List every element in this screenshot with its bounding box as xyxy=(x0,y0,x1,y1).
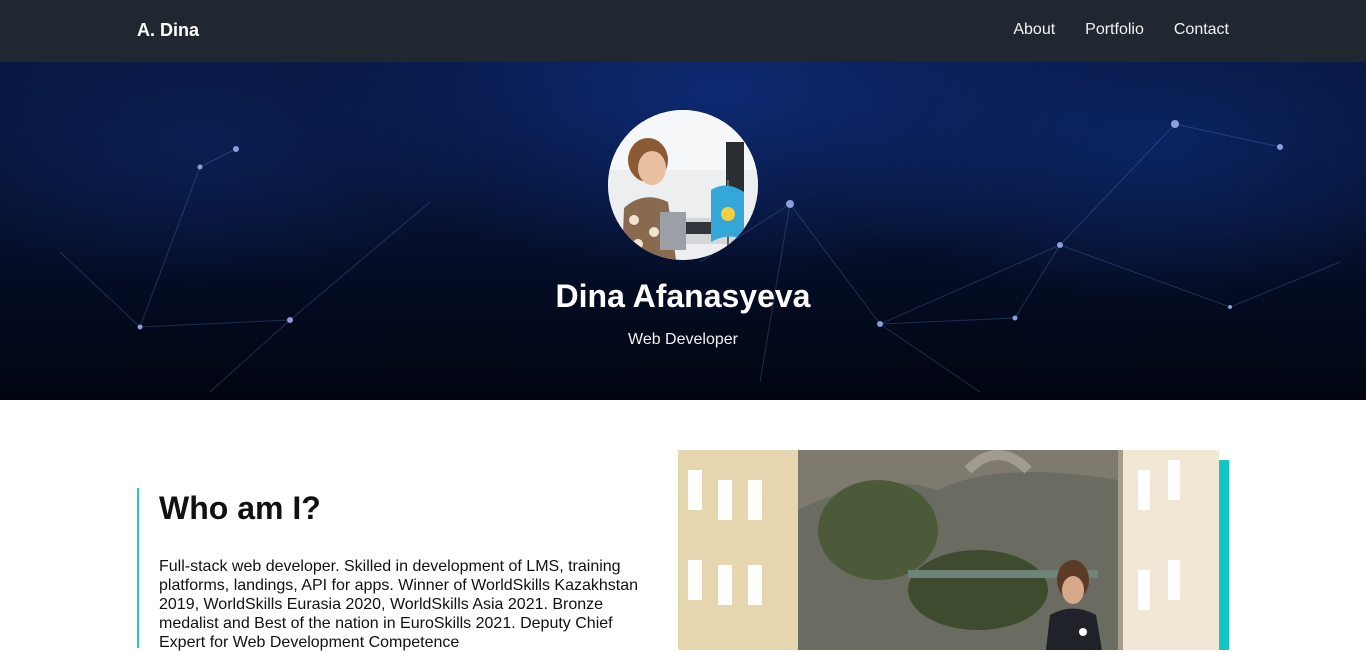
nav-link-about[interactable]: About xyxy=(1013,21,1055,39)
about-text-block: Who am I? Full-stack web developer. Skil… xyxy=(137,488,657,651)
nav-link-portfolio[interactable]: Portfolio xyxy=(1085,21,1144,39)
city-photo-icon xyxy=(678,450,1219,650)
hero-section: Dina Afanasyeva Web Developer xyxy=(0,62,1366,400)
navbar: A. Dina About Portfolio Contact xyxy=(0,0,1366,62)
about-description: Full-stack web developer. Skilled in dev… xyxy=(159,558,639,651)
profile-photo-icon xyxy=(608,110,758,260)
nav-link-contact[interactable]: Contact xyxy=(1174,21,1229,39)
brand-logo[interactable]: A. Dina xyxy=(137,20,199,41)
about-photo xyxy=(678,450,1219,650)
hero-name: Dina Afanasyeva xyxy=(555,278,811,314)
profile-avatar xyxy=(608,110,758,260)
about-title: Who am I? xyxy=(159,490,321,526)
hero-role: Web Developer xyxy=(628,331,738,348)
photo-accent-bar xyxy=(1218,460,1229,650)
nav-links: About Portfolio Contact xyxy=(1013,21,1229,39)
